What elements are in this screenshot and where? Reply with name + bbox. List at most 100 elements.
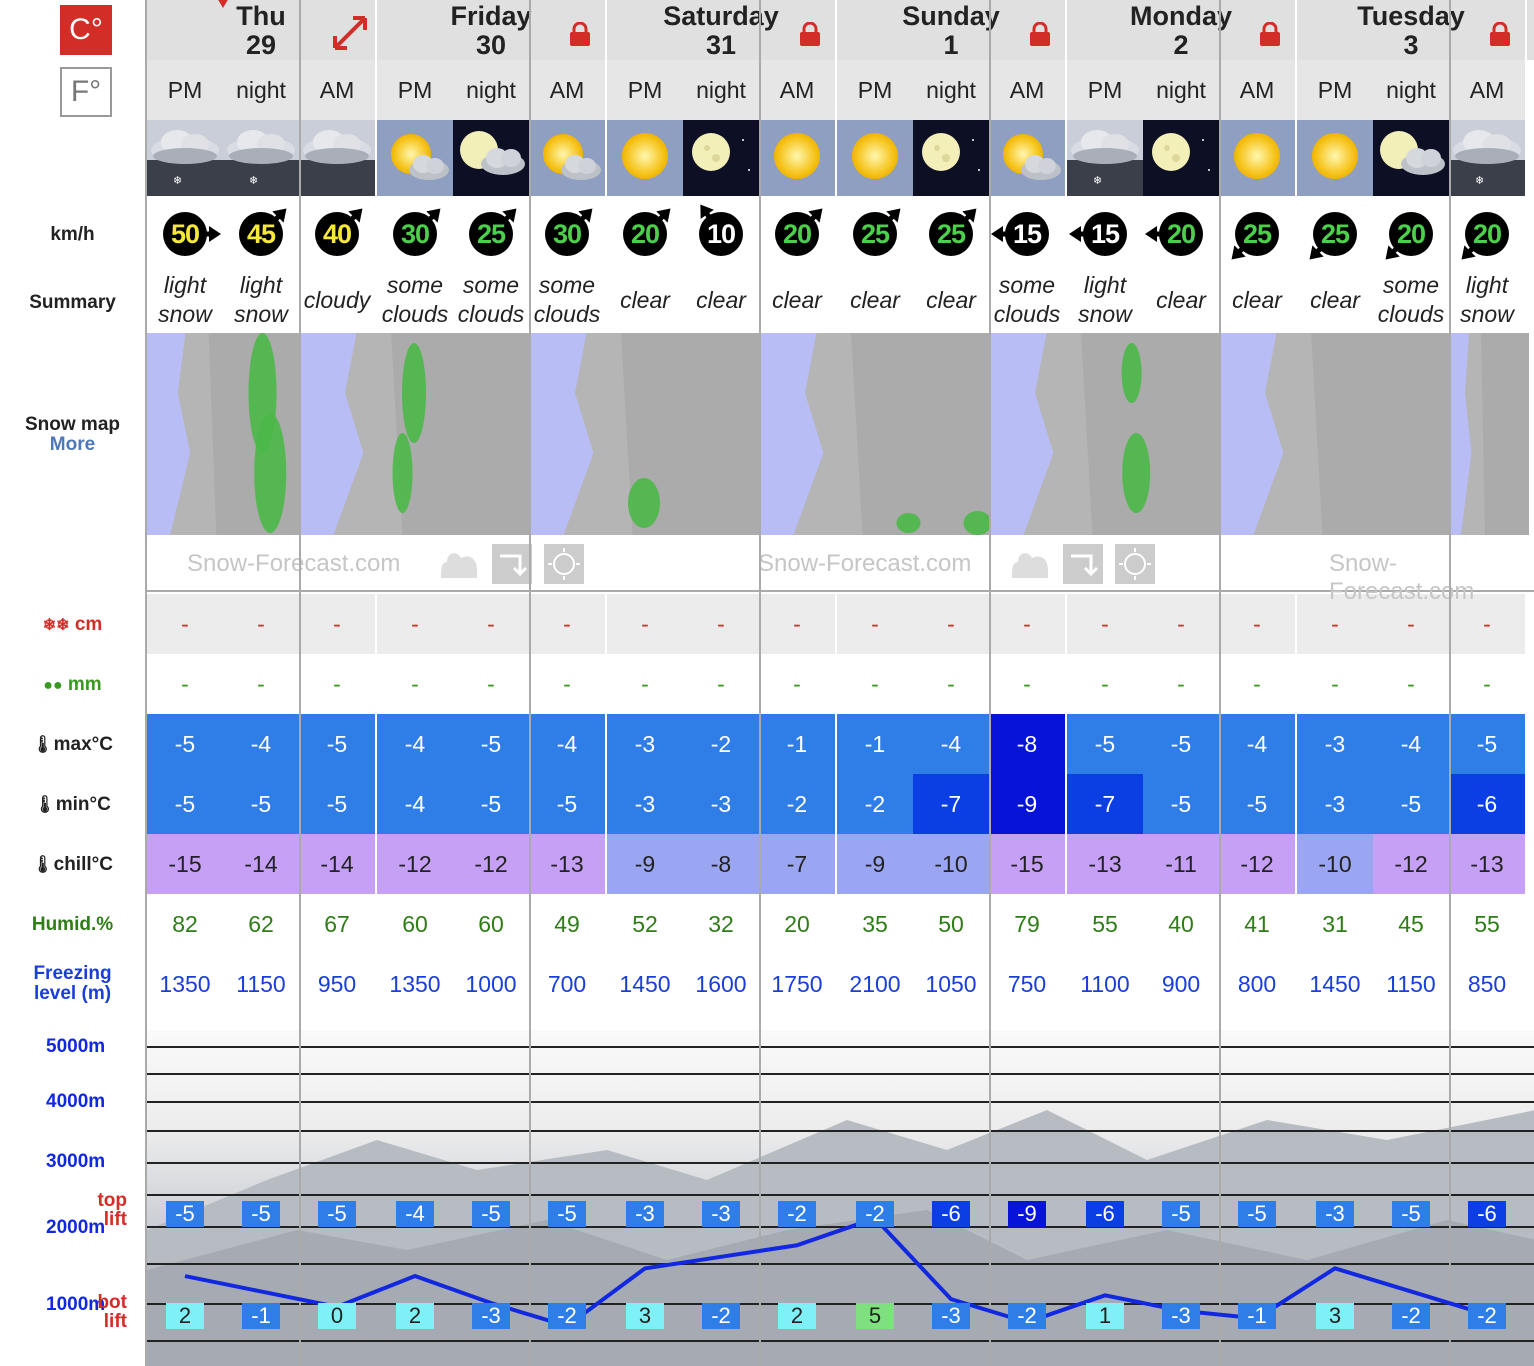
bottom-lift-temp: 2 — [166, 1303, 204, 1329]
max-temp: -5 — [147, 714, 223, 774]
cloud-map-icon[interactable] — [439, 544, 479, 584]
day-separator — [989, 0, 991, 1366]
humidity: 45 — [1373, 894, 1449, 954]
summary-line: light — [1465, 272, 1509, 298]
wind-map-icon[interactable] — [492, 544, 532, 584]
snow-map-image[interactable] — [1449, 333, 1529, 535]
thermometer-icon: 🌡 — [34, 795, 56, 814]
celsius-button[interactable]: C° — [60, 5, 112, 55]
bottom-lift-temp: 5 — [856, 1303, 894, 1329]
top-lift-temp: -5 — [242, 1201, 280, 1227]
max-temp: -4 — [377, 714, 453, 774]
summary-text: some clouds — [529, 268, 605, 332]
day-header[interactable]: Monday 2 — [1067, 0, 1295, 60]
summary-line: snow — [1460, 301, 1514, 327]
min-temp: -5 — [453, 774, 529, 834]
day-header[interactable]: Friday 30 — [377, 0, 605, 60]
max-temp: -5 — [1449, 714, 1525, 774]
fahrenheit-button[interactable]: F° — [60, 67, 112, 117]
summary-lines: some clouds — [994, 271, 1060, 329]
max-temp: -4 — [913, 714, 989, 774]
humidity: 62 — [223, 894, 299, 954]
period-label: PM — [377, 60, 453, 120]
lock-icon[interactable] — [799, 21, 821, 46]
rain-mm: - — [837, 654, 913, 714]
day-header[interactable]: Tuesday 3 — [1297, 0, 1525, 60]
rain-mm: - — [1449, 654, 1525, 714]
period-label: AM — [759, 60, 835, 120]
svg-text:❄: ❄ — [1475, 175, 1484, 187]
max-temp: -8 — [989, 714, 1065, 774]
summary-text: light snow — [1449, 268, 1525, 332]
humidity: 67 — [299, 894, 375, 954]
top-lift-label: top lift — [0, 1191, 145, 1229]
weather-sun-icon — [1297, 120, 1373, 196]
altitude-gridline — [147, 1162, 1534, 1164]
snow-map-image[interactable] — [759, 333, 989, 535]
summary-line: clouds — [533, 301, 601, 327]
wind-map-icon[interactable] — [1063, 544, 1103, 584]
snowmap-more-link[interactable]: More — [0, 434, 145, 456]
cloud-map-icon[interactable] — [1010, 544, 1050, 584]
snow-map-image[interactable] — [989, 333, 1219, 535]
temperature-map-icon[interactable] — [1115, 544, 1155, 584]
bottom-lift-temp: -3 — [472, 1303, 510, 1329]
weather-moon-cloud-icon — [453, 120, 529, 196]
temperature-map-icon[interactable] — [544, 544, 584, 584]
wind-speed: 25 — [929, 212, 973, 256]
snow-map-image[interactable] — [299, 333, 529, 535]
bottom-lift-temp: 1 — [1086, 1303, 1124, 1329]
snow-cm: - — [683, 594, 759, 654]
summary-text: some clouds — [453, 268, 529, 332]
humidity: 41 — [1219, 894, 1295, 954]
freezing-level: 800 — [1219, 954, 1295, 1014]
summary-lines: clear — [850, 286, 900, 315]
weather-moon-cloud-icon — [1373, 120, 1449, 196]
period-label: night — [1143, 60, 1219, 120]
summary-line: some — [538, 272, 596, 298]
snow-map-image[interactable] — [147, 333, 301, 535]
day-header[interactable]: Thu 29 — [147, 0, 375, 60]
bottom-lift-temp: -2 — [1468, 1303, 1506, 1329]
snowflake-icon: ❄❄ — [42, 617, 70, 634]
altitude-gridline — [147, 1101, 1534, 1103]
lock-icon[interactable] — [1029, 21, 1051, 46]
bottom-lift-temp: 0 — [318, 1303, 356, 1329]
watermark: Snow-Forecast.com — [187, 550, 401, 577]
day-header[interactable]: Saturday 31 — [607, 0, 835, 60]
summary-line: cloudy — [303, 286, 371, 313]
lock-icon[interactable] — [569, 21, 591, 46]
row-labels: C° F° km/h Summary Snow map More ❄❄ cm ●… — [0, 0, 145, 1366]
summary-text: clear — [683, 268, 759, 332]
freezing-level: 1450 — [607, 954, 683, 1014]
lock-icon[interactable] — [1489, 21, 1511, 46]
snow-map-image[interactable] — [1219, 333, 1449, 535]
wind-speed: 45 — [239, 212, 283, 256]
summary-lines: light snow — [1460, 271, 1514, 329]
min-temp: -4 — [377, 774, 453, 834]
bottom-lift-temp: -3 — [932, 1303, 970, 1329]
bottom-lift-temp: -2 — [548, 1303, 586, 1329]
snow-cm: - — [453, 594, 529, 654]
day-separator — [759, 0, 761, 1366]
snow-map-image[interactable] — [529, 333, 759, 535]
min-temp-text: min°C — [55, 794, 111, 815]
expand-arrows-icon[interactable] — [333, 16, 367, 50]
freezing-level: 1150 — [223, 954, 299, 1014]
svg-text:❄: ❄ — [1093, 175, 1102, 187]
summary-line: light — [163, 272, 207, 298]
period-label: PM — [1067, 60, 1143, 120]
wind-speed: 30 — [393, 212, 437, 256]
lock-icon[interactable] — [1259, 21, 1281, 46]
summary-line: clear — [772, 286, 822, 313]
day-header[interactable]: Sunday 1 — [837, 0, 1065, 60]
day-header[interactable]: We — [1527, 0, 1534, 60]
min-temp: -5 — [1373, 774, 1449, 834]
wind-chill: -12 — [377, 834, 453, 894]
summary-line: clear — [926, 286, 976, 313]
top-lift-line2: lift — [103, 1209, 127, 1230]
min-temp: -5 — [299, 774, 375, 834]
freezing-level: 1050 — [913, 954, 989, 1014]
rain-mm: - — [683, 654, 759, 714]
snow-cm: - — [529, 594, 605, 654]
